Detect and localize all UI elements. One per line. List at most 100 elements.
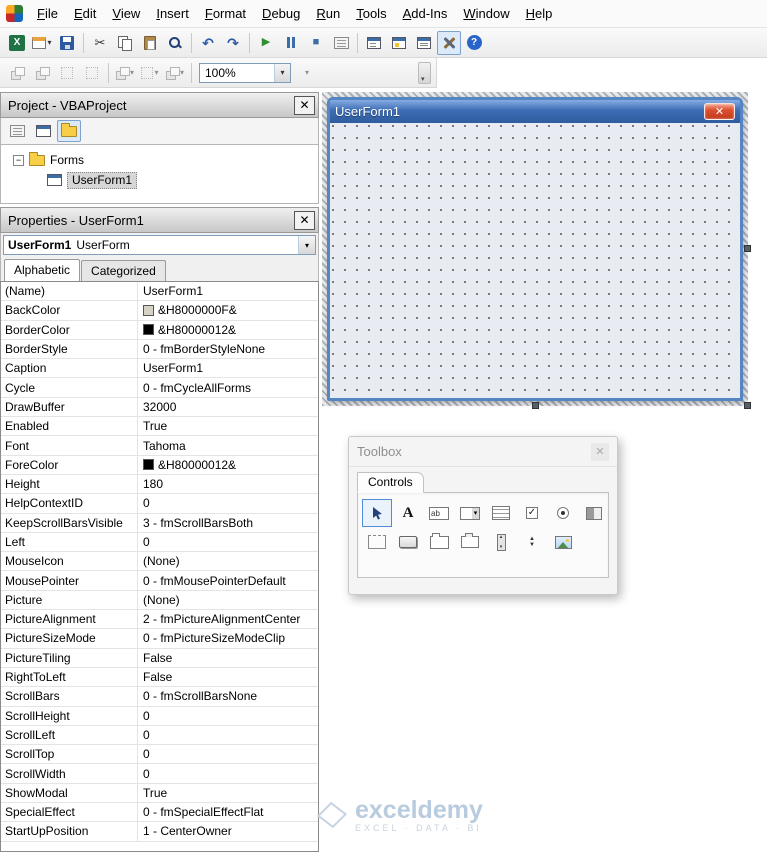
userform-designer-window[interactable]: UserForm1	[327, 97, 743, 401]
project-panel-close-button[interactable]	[294, 95, 315, 115]
property-name[interactable]: MouseIcon	[1, 552, 138, 571]
property-value[interactable]: 3 - fmScrollBarsBoth	[138, 516, 318, 530]
property-row-forecolor[interactable]: ForeColor &H80000012&	[1, 455, 318, 475]
property-value[interactable]: 0 - fmCycleAllForms	[138, 381, 318, 395]
property-row-enabled[interactable]: Enabled True	[1, 417, 318, 437]
property-name[interactable]: KeepScrollBarsVisible	[1, 513, 138, 532]
toolbox-titlebar[interactable]: Toolbox	[349, 437, 617, 467]
menu-item-run[interactable]: Run	[308, 1, 348, 26]
spinbutton-tool[interactable]: ▲ ▼	[517, 528, 547, 556]
property-name[interactable]: BorderStyle	[1, 339, 138, 359]
multipage-tool[interactable]	[455, 528, 485, 556]
bring-to-front-button[interactable]	[5, 61, 29, 85]
tab-alphabetic[interactable]: Alphabetic	[4, 259, 81, 281]
property-value[interactable]: 0 - fmSpecialEffectFlat	[138, 805, 318, 819]
property-value[interactable]: UserForm1	[138, 361, 318, 375]
toolbox-tab-controls[interactable]: Controls	[357, 472, 424, 493]
property-name[interactable]: DrawBuffer	[1, 397, 138, 417]
insert-userform-button[interactable]: ▾	[30, 31, 54, 55]
toolbar-overflow-button[interactable]	[418, 61, 431, 84]
property-value[interactable]: 0 - fmScrollBarsNone	[138, 689, 318, 703]
group-button[interactable]	[55, 61, 79, 85]
resize-handle-bottom[interactable]	[532, 402, 539, 409]
property-name[interactable]: ScrollTop	[1, 745, 138, 764]
property-name[interactable]: Left	[1, 532, 138, 552]
property-row-mouseicon[interactable]: MouseIcon (None)	[1, 552, 318, 572]
property-value[interactable]: &H80000012&	[138, 323, 318, 337]
property-name[interactable]: PictureSizeMode	[1, 629, 138, 648]
view-code-button[interactable]	[5, 120, 29, 142]
property-name[interactable]: PictureTiling	[1, 648, 138, 667]
property-value[interactable]: 0	[138, 767, 318, 781]
menu-item-insert[interactable]: Insert	[148, 1, 197, 26]
property-value[interactable]: True	[138, 786, 318, 800]
make-same-size-button[interactable]: ▾	[163, 61, 187, 85]
find-button[interactable]	[163, 31, 187, 55]
property-value[interactable]: Tahoma	[138, 439, 318, 453]
property-name[interactable]: BorderColor	[1, 320, 138, 339]
property-name[interactable]: Height	[1, 474, 138, 494]
property-row-specialeffect[interactable]: SpecialEffect 0 - fmSpecialEffectFlat	[1, 803, 318, 823]
help-button[interactable]: ?	[462, 31, 486, 55]
property-value[interactable]: False	[138, 670, 318, 684]
property-value[interactable]: 180	[138, 477, 318, 491]
tab-categorized[interactable]: Categorized	[81, 260, 166, 281]
property-row-cycle[interactable]: Cycle 0 - fmCycleAllForms	[1, 378, 318, 398]
property-name[interactable]: MousePointer	[1, 571, 138, 590]
run-button[interactable]: ▶	[254, 31, 278, 55]
property-row-righttoleft[interactable]: RightToLeft False	[1, 667, 318, 688]
send-to-back-button[interactable]	[30, 61, 54, 85]
property-value[interactable]: (None)	[138, 593, 318, 607]
property-name[interactable]: PictureAlignment	[1, 610, 138, 629]
menu-item-edit[interactable]: Edit	[66, 1, 104, 26]
collapse-icon[interactable]: −	[13, 154, 24, 166]
paste-button[interactable]	[138, 31, 162, 55]
property-value[interactable]: 0	[138, 728, 318, 742]
property-name[interactable]: Picture	[1, 590, 138, 610]
toggle-folders-button[interactable]	[57, 120, 81, 142]
property-name[interactable]: SpecialEffect	[1, 803, 138, 822]
property-row-bordercolor[interactable]: BorderColor &H80000012&	[1, 320, 318, 340]
property-row-picture[interactable]: Picture (None)	[1, 590, 318, 611]
property-value[interactable]: 32000	[138, 400, 318, 414]
property-row-picturetiling[interactable]: PictureTiling False	[1, 648, 318, 668]
property-row-scrollwidth[interactable]: ScrollWidth 0	[1, 764, 318, 784]
property-row-font[interactable]: Font Tahoma	[1, 436, 318, 456]
property-row-mousepointer[interactable]: MousePointer 0 - fmMousePointerDefault	[1, 571, 318, 591]
copy-button[interactable]	[113, 31, 137, 55]
property-value[interactable]: 1 - CenterOwner	[138, 824, 318, 838]
zoom-combo[interactable]: 100% ▾	[199, 62, 291, 83]
image-tool[interactable]	[548, 528, 578, 556]
property-value[interactable]: &H80000012&	[138, 458, 318, 472]
property-name[interactable]: RightToLeft	[1, 667, 138, 687]
menu-item-debug[interactable]: Debug	[254, 1, 308, 26]
properties-panel-close-button[interactable]	[294, 210, 315, 230]
property-row-name[interactable]: (Name) UserForm1	[1, 282, 318, 302]
property-value[interactable]: 0 - fmPictureSizeModeClip	[138, 631, 318, 645]
tree-node-userform1[interactable]: UserForm1	[1, 170, 318, 190]
property-name[interactable]: HelpContextID	[1, 494, 138, 513]
redo-button[interactable]: ↷	[221, 31, 245, 55]
property-value[interactable]: UserForm1	[138, 284, 318, 298]
property-value[interactable]: &H8000000F&	[138, 303, 318, 317]
undo-button[interactable]: ↶	[196, 31, 220, 55]
menu-item-tools[interactable]: Tools	[348, 1, 394, 26]
property-value[interactable]: (None)	[138, 554, 318, 568]
property-value[interactable]: 0	[138, 535, 318, 549]
property-value[interactable]: False	[138, 651, 318, 665]
frame-tool[interactable]	[362, 528, 392, 556]
tabstrip-tool[interactable]	[424, 528, 454, 556]
listbox-tool[interactable]	[486, 499, 516, 527]
design-mode-button[interactable]	[329, 31, 353, 55]
tree-node-forms[interactable]: − Forms	[1, 150, 318, 170]
align-button[interactable]: ▾	[113, 61, 137, 85]
object-selector-dropdown-icon[interactable]: ▾	[298, 236, 315, 254]
save-button[interactable]	[55, 31, 79, 55]
property-row-caption[interactable]: Caption UserForm1	[1, 359, 318, 379]
property-value[interactable]: 0	[138, 709, 318, 723]
project-explorer-button[interactable]	[362, 31, 386, 55]
property-row-showmodal[interactable]: ShowModal True	[1, 783, 318, 804]
property-name[interactable]: Caption	[1, 359, 138, 378]
center-button[interactable]: ▾	[138, 61, 162, 85]
userform-node-label[interactable]: UserForm1	[67, 171, 138, 189]
